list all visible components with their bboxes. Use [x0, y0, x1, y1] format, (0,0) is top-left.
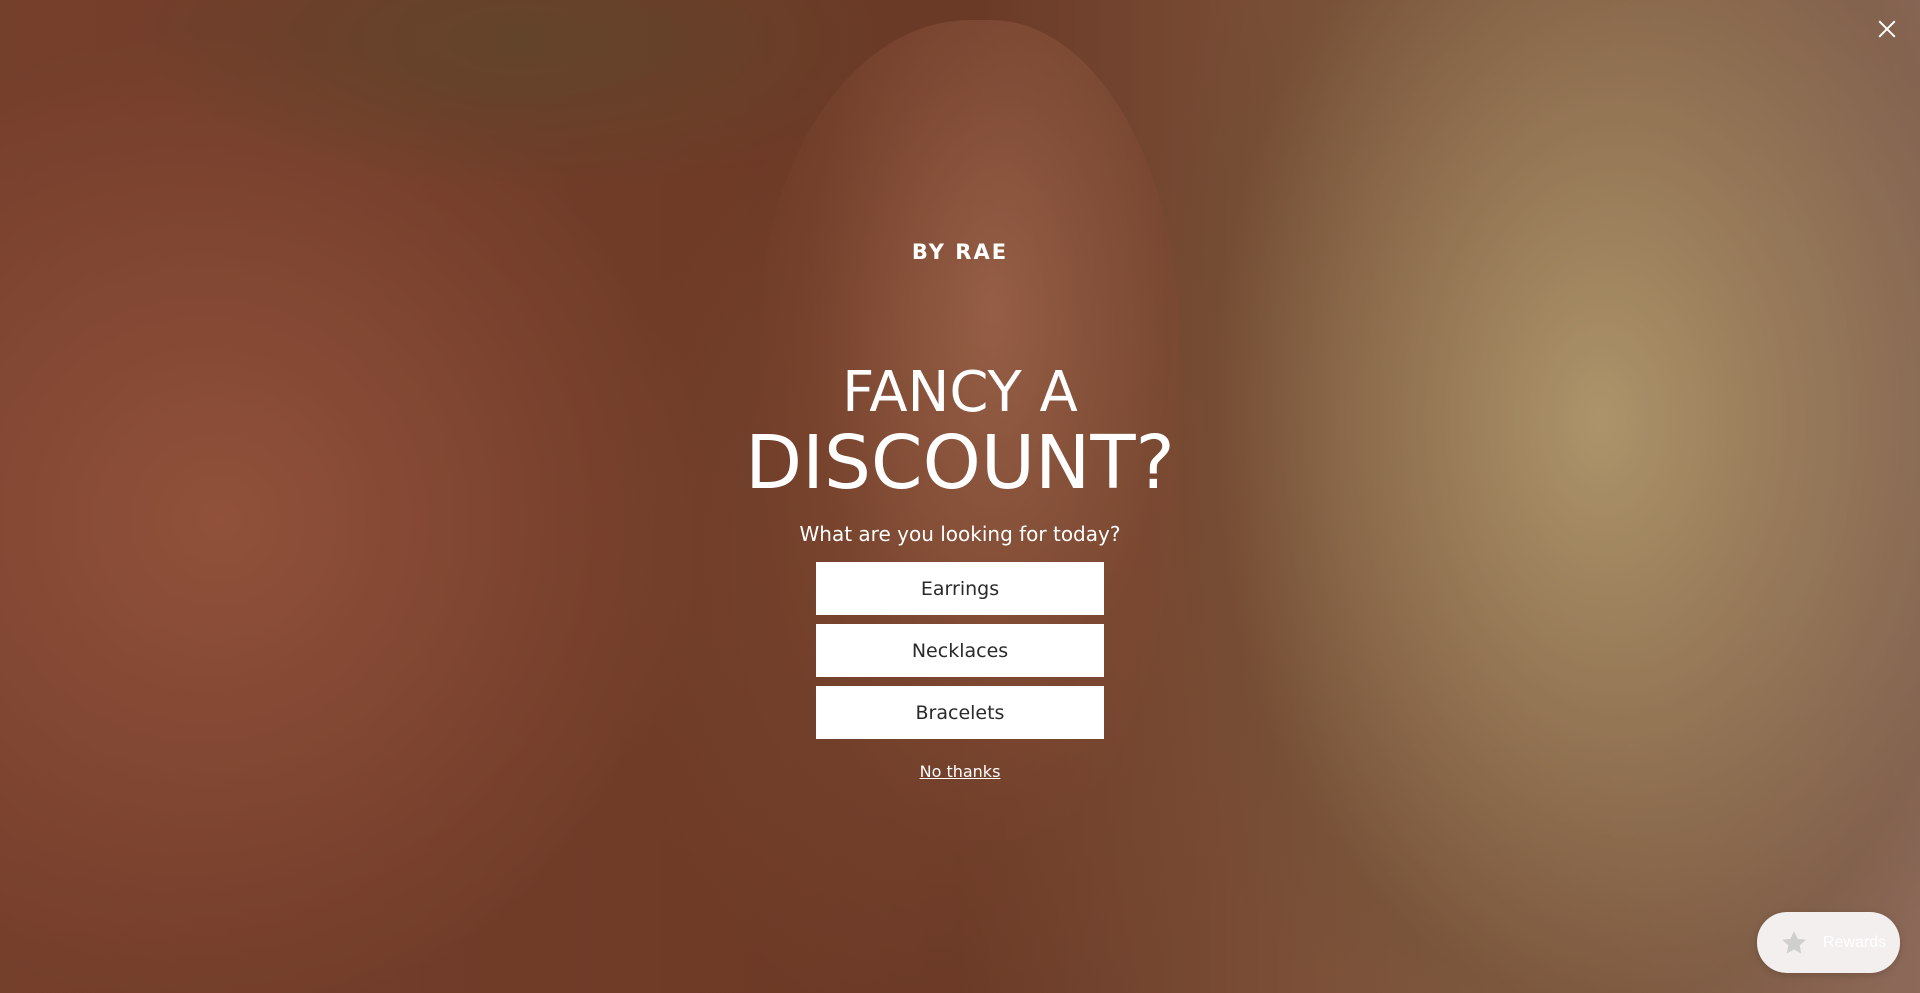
headline-line-2: DISCOUNT? [745, 420, 1175, 506]
discount-popup: BY RAE FANCY A DISCOUNT? What are you lo… [660, 240, 1260, 781]
rewards-button[interactable]: Rewards [1757, 912, 1900, 973]
necklaces-button[interactable]: Necklaces [816, 624, 1104, 677]
earrings-button[interactable]: Earrings [816, 562, 1104, 615]
rewards-label: Rewards [1823, 933, 1887, 951]
no-thanks-link[interactable]: No thanks [920, 762, 1001, 781]
brand-logo: BY RAE [911, 240, 1009, 264]
close-icon[interactable] [1872, 14, 1902, 44]
bracelets-button[interactable]: Bracelets [816, 686, 1104, 739]
star-icon [1782, 930, 1806, 954]
popup-subtitle: What are you looking for today? [799, 522, 1121, 546]
headline-line-1: FANCY A [842, 360, 1078, 425]
